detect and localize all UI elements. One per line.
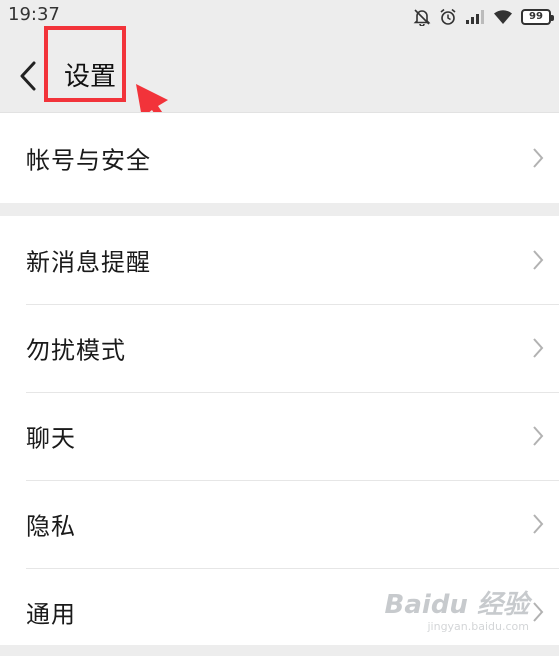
chevron-left-icon[interactable] <box>18 60 40 92</box>
settings-item-label: 聊天 <box>26 424 76 453</box>
mute-icon <box>413 9 431 26</box>
signal-icon <box>466 10 484 24</box>
chevron-right-icon <box>533 148 544 168</box>
chevron-right-icon <box>533 338 544 358</box>
annotation-highlight-box <box>44 26 126 102</box>
settings-group-account: 帐号与安全 <box>0 112 559 203</box>
battery-level: 99 <box>529 11 543 22</box>
settings-item-privacy[interactable]: 隐私 <box>0 480 559 568</box>
settings-item-account-security[interactable]: 帐号与安全 <box>0 113 559 203</box>
chevron-right-icon <box>533 426 544 446</box>
settings-group-general: 新消息提醒 勿扰模式 聊天 隐私 通用 <box>0 216 559 645</box>
watermark: Baidu 经验 jingyan.baidu.com <box>385 592 529 633</box>
battery-icon: 99 <box>521 9 554 25</box>
watermark-url: jingyan.baidu.com <box>427 620 529 633</box>
chevron-right-icon <box>533 514 544 534</box>
chevron-right-icon <box>533 602 544 622</box>
settings-item-label: 新消息提醒 <box>26 248 151 277</box>
settings-item-chat[interactable]: 聊天 <box>0 392 559 480</box>
status-icons: 99 <box>413 6 554 28</box>
watermark-logo: Baidu 经验 <box>384 590 529 620</box>
chevron-right-icon <box>533 250 544 270</box>
settings-item-do-not-disturb[interactable]: 勿扰模式 <box>0 304 559 392</box>
settings-item-label: 隐私 <box>26 512 76 541</box>
alarm-icon <box>440 8 456 25</box>
settings-item-label: 勿扰模式 <box>26 336 126 365</box>
wifi-icon <box>494 10 512 24</box>
settings-item-label: 通用 <box>26 600 76 629</box>
status-time: 19:37 <box>8 4 60 25</box>
settings-item-label: 帐号与安全 <box>26 146 151 175</box>
settings-item-new-message-alert[interactable]: 新消息提醒 <box>0 216 559 304</box>
